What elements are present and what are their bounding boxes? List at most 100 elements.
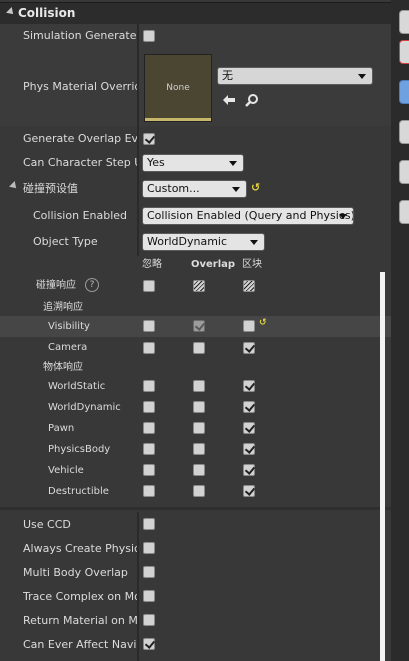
collision-preset-dropdown[interactable]: Custom... xyxy=(142,180,247,198)
worlddynamic-ignore-checkbox[interactable] xyxy=(143,401,155,413)
vehicle-ignore-checkbox[interactable] xyxy=(143,464,155,476)
generate-overlap-label: Generate Overlap Even xyxy=(23,132,137,145)
destructible-block-checkbox[interactable] xyxy=(243,485,256,497)
help-icon[interactable]: ? xyxy=(85,278,99,292)
can-affect-navigation-label: Can Ever Affect Naviga xyxy=(23,638,137,651)
vehicle-label: Vehicle xyxy=(48,465,84,476)
object-type-value: WorldDynamic xyxy=(147,235,228,248)
column-ignore-header: 忽略 xyxy=(142,259,162,270)
side-tab[interactable] xyxy=(399,120,409,144)
can-step-up-dropdown[interactable]: Yes xyxy=(142,154,244,172)
worldstatic-overlap-checkbox[interactable] xyxy=(193,380,205,392)
worldstatic-ignore-checkbox[interactable] xyxy=(143,380,155,392)
column-block-header: 区块 xyxy=(242,259,262,270)
chevron-down-icon xyxy=(232,187,240,192)
always-create-physics-label: Always Create Physics xyxy=(23,542,137,555)
visibility-block-checkbox[interactable] xyxy=(243,320,255,332)
physicsbody-overlap-checkbox[interactable] xyxy=(193,443,205,455)
object-type-label: Object Type xyxy=(33,235,98,248)
multi-body-overlap-label: Multi Body Overlap xyxy=(23,566,128,579)
camera-label: Camera xyxy=(48,342,88,353)
thumbnail-bar xyxy=(145,118,211,121)
phys-material-thumbnail[interactable]: None xyxy=(144,54,212,122)
return-material-checkbox[interactable] xyxy=(143,614,155,626)
chevron-down-icon xyxy=(250,240,258,245)
side-tab[interactable] xyxy=(399,80,409,104)
column-overlap-header: Overlap xyxy=(191,259,236,270)
sim-generates-hit-checkbox[interactable] xyxy=(143,30,155,42)
worldstatic-block-checkbox[interactable] xyxy=(243,380,256,392)
section-separator xyxy=(0,507,391,510)
multi-body-overlap-checkbox[interactable] xyxy=(143,566,155,578)
back-arrow-icon[interactable] xyxy=(222,94,236,106)
phys-material-label: Phys Material Override xyxy=(23,80,137,93)
details-panel: Collision Simulation Generates H Phys Ma… xyxy=(0,0,391,661)
always-create-physics-checkbox[interactable] xyxy=(143,542,155,554)
pawn-ignore-checkbox[interactable] xyxy=(143,422,155,434)
side-tab[interactable] xyxy=(399,40,409,64)
all-ignore-checkbox[interactable] xyxy=(143,280,155,292)
trace-complex-label: Trace Complex on Mov xyxy=(23,590,137,603)
worlddynamic-overlap-checkbox[interactable] xyxy=(193,401,205,413)
name-value-splitter[interactable] xyxy=(137,512,139,661)
can-step-up-label: Can Character Step Up xyxy=(23,156,137,169)
trace-complex-checkbox[interactable] xyxy=(143,590,155,602)
visibility-overlap-checkbox[interactable] xyxy=(193,320,206,332)
vehicle-overlap-checkbox[interactable] xyxy=(193,464,205,476)
object-type-dropdown[interactable]: WorldDynamic xyxy=(142,233,265,251)
generate-overlap-checkbox[interactable] xyxy=(143,133,156,145)
category-title: Collision xyxy=(18,6,76,20)
pawn-label: Pawn xyxy=(48,423,75,434)
use-ccd-checkbox[interactable] xyxy=(143,518,155,530)
can-step-up-value: Yes xyxy=(147,156,165,169)
all-block-checkbox[interactable] xyxy=(243,280,255,292)
expand-triangle-icon[interactable] xyxy=(9,181,19,191)
collision-category-header[interactable]: Collision xyxy=(0,2,391,25)
collision-enabled-dropdown[interactable]: Collision Enabled (Query and Physics) xyxy=(142,207,354,225)
physicsbody-block-checkbox[interactable] xyxy=(243,443,256,455)
trace-responses-label: 追溯响应 xyxy=(43,302,83,313)
object-responses-label: 物体响应 xyxy=(43,362,83,373)
worlddynamic-label: WorldDynamic xyxy=(48,402,121,413)
chevron-down-icon xyxy=(358,74,366,79)
camera-overlap-checkbox[interactable] xyxy=(193,342,205,354)
visibility-ignore-checkbox[interactable] xyxy=(143,320,155,332)
side-tab[interactable] xyxy=(399,10,409,34)
thumbnail-text: None xyxy=(166,83,190,93)
visibility-label: Visibility xyxy=(48,321,90,332)
can-affect-navigation-checkbox[interactable] xyxy=(143,638,156,650)
collision-enabled-label: Collision Enabled xyxy=(33,209,128,222)
camera-ignore-checkbox[interactable] xyxy=(143,342,155,354)
collision-enabled-value: Collision Enabled (Query and Physics) xyxy=(147,209,354,222)
physicsbody-label: PhysicsBody xyxy=(48,444,111,455)
sim-generates-hit-label: Simulation Generates H xyxy=(23,29,137,42)
reset-to-default-icon[interactable]: ↺ xyxy=(251,181,260,194)
use-ccd-label: Use CCD xyxy=(23,518,71,531)
magnifier-icon[interactable] xyxy=(245,93,259,107)
physicsbody-ignore-checkbox[interactable] xyxy=(143,443,155,455)
phys-material-value: 无 xyxy=(222,69,233,82)
camera-block-checkbox[interactable] xyxy=(243,342,256,354)
destructible-ignore-checkbox[interactable] xyxy=(143,485,155,497)
collision-preset-value: Custom... xyxy=(147,182,200,195)
destructible-overlap-checkbox[interactable] xyxy=(193,485,205,497)
side-tab[interactable] xyxy=(399,200,409,224)
collision-preset-label: 碰撞预设值 xyxy=(23,182,78,195)
all-overlap-checkbox[interactable] xyxy=(193,280,205,292)
return-material-label: Return Material on Mov xyxy=(23,614,137,627)
destructible-label: Destructible xyxy=(48,486,109,497)
collision-responses-label: 碰撞响应 xyxy=(36,280,76,291)
worldstatic-label: WorldStatic xyxy=(48,381,106,392)
chevron-down-icon xyxy=(339,214,347,219)
pawn-overlap-checkbox[interactable] xyxy=(193,422,205,434)
phys-material-picker[interactable]: 无 xyxy=(217,67,373,85)
name-value-splitter[interactable] xyxy=(137,24,139,256)
side-tab[interactable] xyxy=(399,160,409,184)
collapse-triangle-icon[interactable] xyxy=(6,7,16,17)
reset-to-default-icon[interactable]: ↺ xyxy=(259,318,267,328)
chevron-down-icon xyxy=(229,161,237,166)
vehicle-block-checkbox[interactable] xyxy=(243,464,256,476)
worlddynamic-block-checkbox[interactable] xyxy=(243,401,256,413)
pawn-block-checkbox[interactable] xyxy=(243,422,256,434)
vertical-scrollbar[interactable] xyxy=(380,272,385,661)
